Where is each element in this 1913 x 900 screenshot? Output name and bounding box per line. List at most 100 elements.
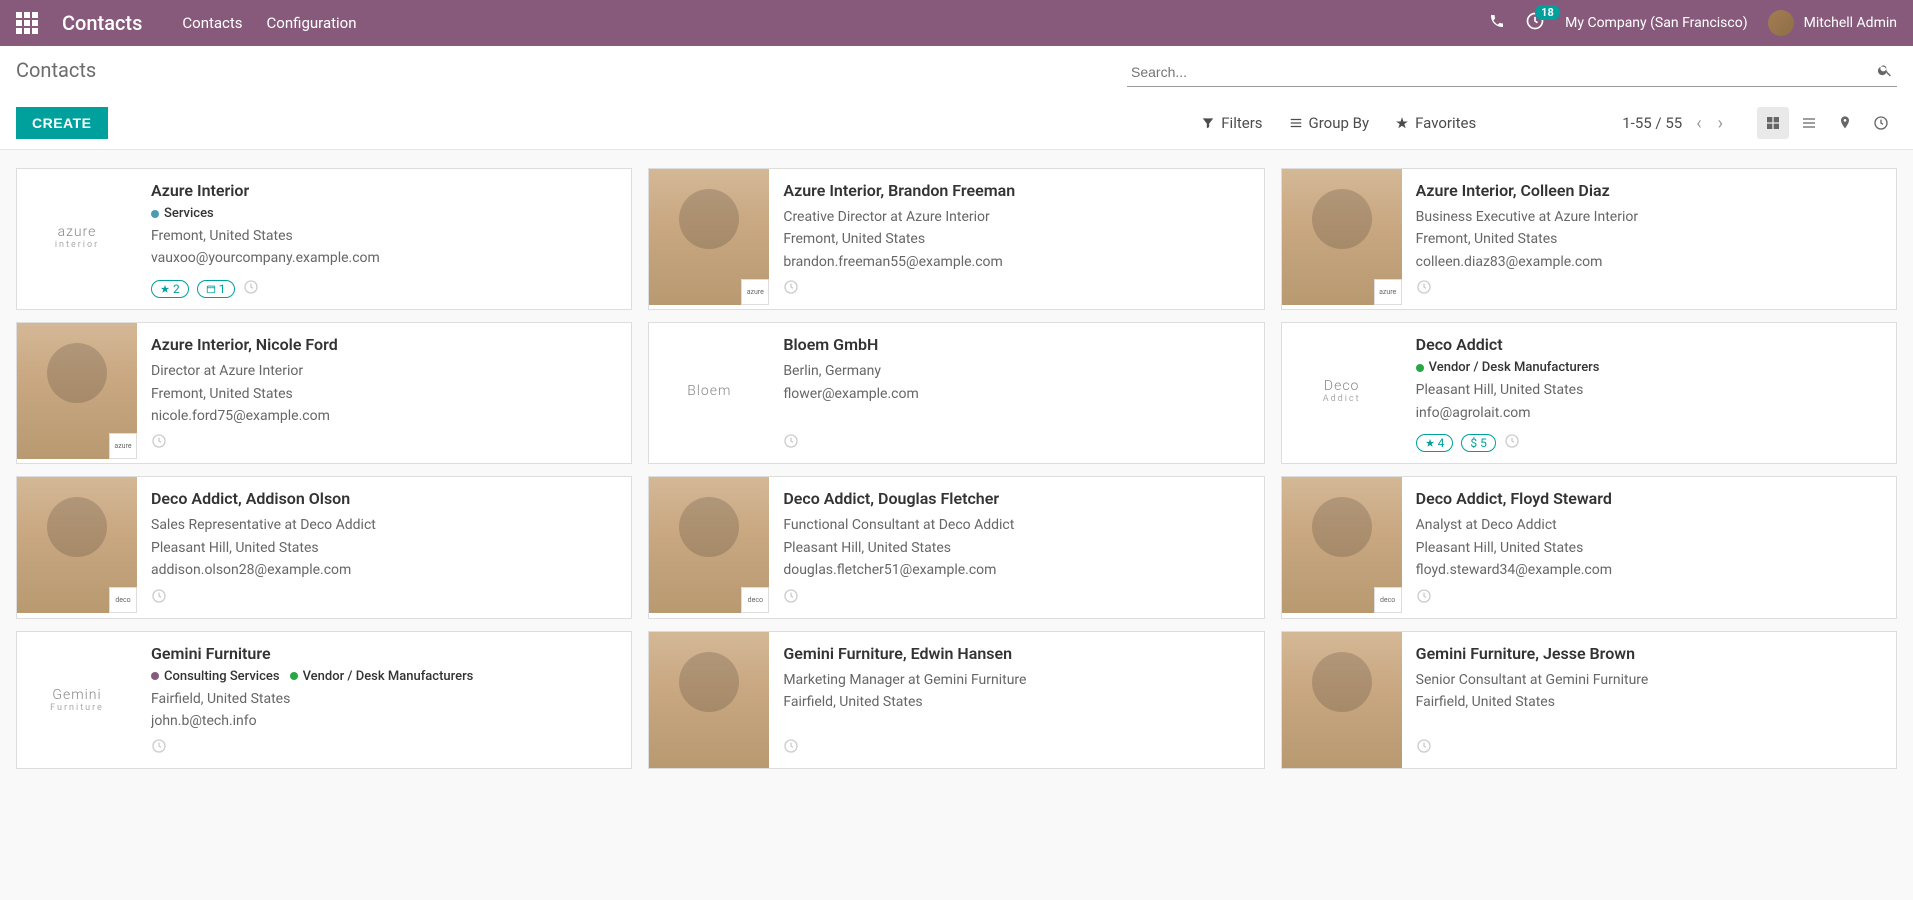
page-title: Contacts — [16, 58, 1127, 82]
favorites-button[interactable]: Favorites — [1395, 114, 1476, 132]
view-activity[interactable] — [1865, 107, 1897, 139]
contact-photo — [1282, 632, 1402, 768]
phone-icon[interactable] — [1489, 13, 1505, 33]
contact-card[interactable]: azureAzure Interior, Nicole FordDirector… — [16, 322, 632, 464]
contact-email: colleen.diaz83@example.com — [1416, 251, 1882, 273]
card-body: Bloem GmbHBerlin, Germanyflower@example.… — [769, 323, 1263, 463]
contact-photo: deco — [649, 477, 769, 613]
contact-card[interactable]: Gemini Furniture, Jesse BrownSenior Cons… — [1281, 631, 1897, 770]
company-selector[interactable]: My Company (San Francisco) — [1565, 15, 1747, 31]
view-map[interactable] — [1829, 107, 1861, 139]
list-view-icon — [1801, 115, 1817, 131]
contact-location: Fremont, United States — [1416, 228, 1882, 250]
contact-name: Deco Addict, Addison Olson — [151, 489, 617, 508]
tag: Consulting Services — [151, 669, 280, 684]
activity-icon[interactable] — [151, 738, 167, 758]
company-logo: Bloem — [649, 323, 769, 459]
pager-next[interactable]: › — [1714, 109, 1727, 138]
card-body: Gemini Furniture, Edwin HansenMarketing … — [769, 632, 1263, 769]
groupby-button[interactable]: Group By — [1289, 114, 1370, 132]
contact-card[interactable]: decoDeco Addict, Douglas FletcherFunctio… — [648, 476, 1264, 618]
contact-name: Azure Interior — [151, 181, 617, 200]
contact-photo — [649, 632, 769, 768]
clock-icon — [1873, 115, 1889, 131]
contact-role: Creative Director at Azure Interior — [783, 206, 1249, 228]
contact-location: Pleasant Hill, United States — [1416, 537, 1882, 559]
contact-location: Pleasant Hill, United States — [151, 537, 617, 559]
activity-icon[interactable] — [1416, 279, 1432, 299]
search-icon[interactable] — [1877, 62, 1893, 82]
contact-card[interactable]: Gemini Furniture, Edwin HansenMarketing … — [648, 631, 1264, 770]
view-list[interactable] — [1793, 107, 1825, 139]
tag: Services — [151, 206, 214, 221]
stat-pill[interactable]: 1 — [197, 280, 235, 298]
stat-pill[interactable]: 4 — [1416, 434, 1454, 452]
activity-icon[interactable] — [1504, 433, 1520, 453]
contact-role: Director at Azure Interior — [151, 360, 617, 382]
card-body: Gemini FurnitureConsulting ServicesVendo… — [137, 632, 631, 769]
contact-name: Deco Addict, Floyd Steward — [1416, 489, 1882, 508]
pin-icon — [1837, 115, 1853, 131]
filter-icon — [1201, 116, 1215, 130]
card-body: Azure Interior, Nicole FordDirector at A… — [137, 323, 631, 463]
contact-card[interactable]: deco Deco Addict, Addison Olson Sales Repr… — [16, 476, 632, 618]
view-kanban[interactable] — [1757, 107, 1789, 139]
contact-name: Deco Addict, Douglas Fletcher — [783, 489, 1249, 508]
contact-role: Sales Representative at Deco Addict — [151, 514, 617, 536]
activity-icon[interactable] — [151, 433, 167, 453]
notif-icon[interactable]: 18 — [1525, 11, 1545, 35]
main-header: Contacts Contacts Configuration 18 My Co… — [0, 0, 1913, 46]
contact-location: Fremont, United States — [151, 383, 617, 405]
contact-card[interactable]: decoDeco Addict, Floyd StewardAnalyst at… — [1281, 476, 1897, 618]
search-input[interactable] — [1127, 58, 1897, 87]
activity-icon[interactable] — [1416, 738, 1432, 758]
list-icon — [1289, 116, 1303, 130]
contact-card[interactable]: azureAzure Interior, Colleen DiazBusines… — [1281, 168, 1897, 310]
contact-email: vauxoo@yourcompany.example.com — [151, 247, 617, 269]
create-button[interactable]: CREATE — [16, 107, 108, 139]
card-footer — [151, 582, 617, 608]
tag-list: Services — [151, 206, 617, 221]
star-icon — [1395, 116, 1409, 130]
contact-email: floyd.steward34@example.com — [1416, 559, 1882, 581]
contact-name: Bloem GmbH — [783, 335, 1249, 354]
nav-configuration[interactable]: Configuration — [267, 14, 357, 32]
contact-card[interactable]: GeminiFurnitureGemini FurnitureConsultin… — [16, 631, 632, 770]
card-body: Deco Addict, Douglas FletcherFunctional … — [769, 477, 1263, 617]
contact-role: Business Executive at Azure Interior — [1416, 206, 1882, 228]
activity-icon[interactable] — [783, 588, 799, 608]
activity-icon[interactable] — [1416, 588, 1432, 608]
stat-pill[interactable]: $ 5 — [1461, 434, 1495, 452]
card-footer — [151, 732, 617, 758]
contact-location: Fremont, United States — [783, 228, 1249, 250]
contact-card[interactable]: DecoAddictDeco AddictVendor / Desk Manuf… — [1281, 322, 1897, 464]
contact-email: flower@example.com — [783, 383, 1249, 405]
card-footer: 21 — [151, 273, 617, 299]
contact-card[interactable]: BloemBloem GmbHBerlin, Germanyflower@exa… — [648, 322, 1264, 464]
pager-prev[interactable]: ‹ — [1692, 109, 1705, 138]
company-badge: deco — [109, 587, 137, 613]
contact-location: Fairfield, United States — [1416, 691, 1882, 713]
contact-role: Marketing Manager at Gemini Furniture — [783, 669, 1249, 691]
user-menu[interactable]: Mitchell Admin — [1768, 10, 1897, 36]
contact-photo: azure — [1282, 169, 1402, 305]
contact-card[interactable]: azureAzure Interior, Brandon FreemanCrea… — [648, 168, 1264, 310]
activity-icon[interactable] — [783, 433, 799, 453]
activity-icon[interactable] — [151, 588, 167, 608]
pager[interactable]: 1-55 / 55 — [1622, 114, 1682, 132]
card-body: Deco Addict, Floyd Steward Analyst at Dec… — [1402, 477, 1896, 617]
activity-icon[interactable] — [243, 279, 259, 299]
nav-contacts[interactable]: Contacts — [182, 14, 242, 32]
contact-card[interactable]: azureinteriorAzure InteriorServicesFremo… — [16, 168, 632, 310]
contact-email: nicole.ford75@example.com — [151, 405, 617, 427]
stat-pill[interactable]: 2 — [151, 280, 189, 298]
contact-role: Analyst at Deco Addict — [1416, 514, 1882, 536]
activity-icon[interactable] — [783, 279, 799, 299]
filters-button[interactable]: Filters — [1201, 114, 1262, 132]
activity-icon[interactable] — [783, 738, 799, 758]
contact-name: Gemini Furniture — [151, 644, 617, 663]
card-body: Deco Addict, Addison Olson Sales Represen… — [137, 477, 631, 617]
company-badge: azure — [109, 433, 137, 459]
card-footer: 4 $ 5 — [1416, 427, 1882, 453]
apps-icon[interactable] — [16, 12, 38, 34]
